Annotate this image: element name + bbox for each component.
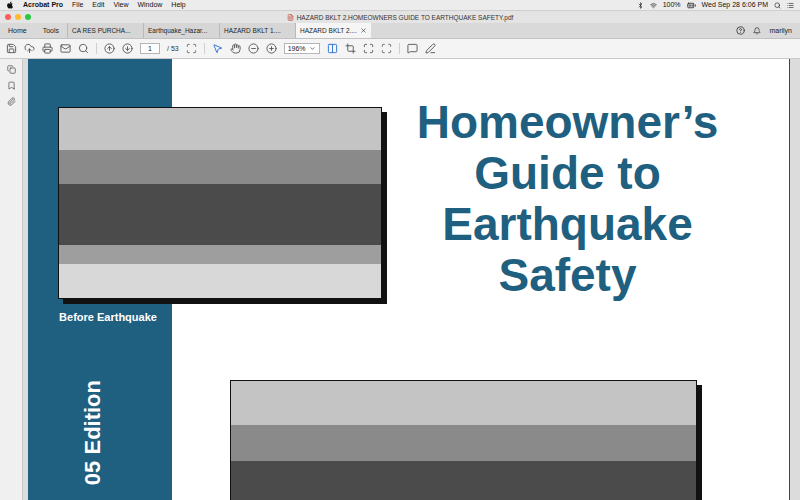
- tab-label: HAZARD BKLT 1....: [224, 27, 281, 34]
- pdf-file-icon: [287, 14, 294, 21]
- zoom-in-icon[interactable]: [266, 43, 277, 54]
- title-bar: HAZARD BKLT 2.HOMEOWNERS GUIDE TO EARTHQ…: [0, 11, 800, 23]
- print-icon[interactable]: [42, 43, 53, 54]
- sign-icon[interactable]: [425, 43, 436, 54]
- help-icon[interactable]: [736, 26, 745, 35]
- menu-item[interactable]: Help: [171, 0, 185, 10]
- window-title: HAZARD BKLT 2.HOMEOWNERS GUIDE TO EARTHQ…: [65, 14, 735, 21]
- page-top-row: Before Earthquake Homeowner’sGuide toEart…: [28, 59, 789, 324]
- menu-item[interactable]: View: [113, 0, 128, 10]
- page-layout-icon[interactable]: [327, 43, 338, 54]
- page-bottom-row: 05 Edition: [28, 380, 789, 500]
- read-mode-icon[interactable]: [381, 43, 392, 54]
- close-button[interactable]: [5, 14, 11, 20]
- document-tab[interactable]: HAZARD BKLT 2....: [295, 23, 371, 38]
- battery-level: 100%: [663, 0, 681, 10]
- separator: [204, 43, 205, 54]
- tabs-bar: HomeTools CA RES PURCHA... Earthquake_Haza…: [0, 23, 800, 39]
- clock[interactable]: Wed Sep 28 6:06 PM: [702, 0, 768, 10]
- document-title: Homeowner’sGuide toEarthquakeSafety: [382, 97, 789, 301]
- mail-icon[interactable]: [60, 43, 71, 54]
- photo-caption: Before Earthquake: [58, 311, 158, 324]
- main-area: Before Earthquake Homeowner’sGuide toEart…: [0, 59, 800, 500]
- search-icon[interactable]: [78, 43, 89, 54]
- user-name[interactable]: marilyn: [769, 27, 792, 34]
- menu-bar: Acrobat Pro File Edit View Window Help 100% Wed…: [0, 0, 800, 11]
- separator: [96, 43, 97, 54]
- before-photo-block: Before Earthquake: [58, 107, 382, 324]
- zoom-out-icon[interactable]: [248, 43, 259, 54]
- close-tab-icon[interactable]: [360, 27, 367, 34]
- page-thumbnails-icon[interactable]: [7, 65, 16, 74]
- full-screen-icon[interactable]: [363, 43, 374, 54]
- zoom-select[interactable]: 196%: [284, 43, 320, 54]
- crop-icon[interactable]: [345, 43, 356, 54]
- after-photo-block: [230, 380, 697, 500]
- edition-column: 05 Edition: [28, 380, 172, 485]
- zoom-value: 196%: [288, 45, 306, 52]
- comment-icon[interactable]: [407, 43, 418, 54]
- title-line: Earthquake: [382, 199, 753, 250]
- account-area: marilyn: [736, 23, 800, 38]
- window-title-text: HAZARD BKLT 2.HOMEOWNERS GUIDE TO EARTHQ…: [297, 14, 514, 21]
- apple-icon[interactable]: [6, 1, 14, 9]
- menu-item[interactable]: File: [72, 0, 83, 10]
- document-tab[interactable]: Earthquake_Hazar...: [143, 23, 219, 38]
- bookmark-icon[interactable]: [7, 81, 16, 90]
- title-line: Homeowner’s: [382, 97, 753, 148]
- nav-item[interactable]: Home: [0, 23, 35, 38]
- wifi-icon[interactable]: [650, 2, 657, 9]
- next-page-icon[interactable]: [122, 43, 133, 54]
- save-icon[interactable]: [6, 43, 17, 54]
- window-controls: [5, 14, 65, 20]
- edition-label: 05 Edition: [80, 380, 106, 485]
- after-photo: [230, 380, 697, 500]
- zoom-marquee-icon[interactable]: [186, 43, 197, 54]
- previous-page-icon[interactable]: [104, 43, 115, 54]
- bell-icon[interactable]: [753, 27, 761, 35]
- document-tab[interactable]: CA RES PURCHA...: [67, 23, 143, 38]
- toolbar: 1 / 53 196%: [0, 39, 800, 59]
- menu-item[interactable]: Window: [137, 0, 162, 10]
- upload-icon[interactable]: [24, 43, 35, 54]
- status-area: 100% Wed Sep 28 6:06 PM: [637, 0, 794, 10]
- title-line: Guide to: [382, 148, 753, 199]
- tab-label: Earthquake_Hazar...: [148, 27, 207, 34]
- page-input[interactable]: 1: [140, 43, 160, 54]
- select-cursor-icon[interactable]: [212, 43, 223, 54]
- separator: [399, 43, 400, 54]
- battery-icon[interactable]: [687, 1, 696, 10]
- document-viewer[interactable]: Before Earthquake Homeowner’sGuide toEart…: [23, 59, 800, 500]
- menu-item[interactable]: Edit: [92, 0, 104, 10]
- zoom-button[interactable]: [25, 14, 31, 20]
- before-photo: [58, 107, 382, 299]
- tab-label: CA RES PURCHA...: [72, 27, 131, 34]
- nav-item[interactable]: Tools: [35, 23, 67, 38]
- document-tab[interactable]: HAZARD BKLT 1....: [219, 23, 295, 38]
- bluetooth-icon[interactable]: [637, 2, 644, 9]
- acrobat-window: Acrobat Pro File Edit View Window Help 100% Wed…: [0, 0, 800, 500]
- attachment-icon[interactable]: [7, 97, 16, 106]
- tab-label: HAZARD BKLT 2....: [300, 27, 357, 34]
- left-rail: [0, 59, 23, 500]
- title-line: Safety: [382, 250, 753, 301]
- minimize-button[interactable]: [15, 14, 21, 20]
- hand-icon[interactable]: [230, 43, 241, 54]
- chevron-down-icon: [309, 45, 316, 52]
- notification-list-icon[interactable]: [787, 2, 794, 9]
- pdf-page: Before Earthquake Homeowner’sGuide toEart…: [28, 59, 790, 500]
- spotlight-icon[interactable]: [774, 2, 781, 9]
- page-count: / 53: [167, 45, 179, 52]
- app-menu[interactable]: Acrobat Pro: [23, 0, 63, 10]
